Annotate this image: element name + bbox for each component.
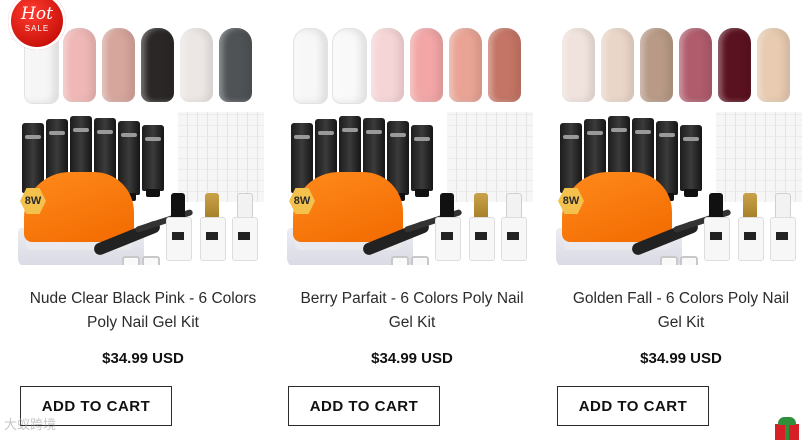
product-title[interactable]: Berry Parfait - 6 Colors Poly Nail Gel K… [287, 287, 537, 335]
nail-swatch [601, 28, 634, 102]
product-title-line: Berry Parfait - 6 Colors Poly Nail [300, 290, 524, 307]
nail-clip [680, 256, 698, 265]
product-card: 8W Golden Fall - 6 Colors Poly Nail Gel … [556, 0, 806, 442]
nail-swatch [679, 28, 712, 102]
bottle [738, 193, 764, 261]
nail-swatch [63, 28, 96, 102]
bottle [435, 193, 461, 261]
nail-swatch [562, 28, 595, 102]
bottle [469, 193, 495, 261]
product-card: 8W Hot SALE Nude Clear Black Pink - 6 Co… [8, 0, 268, 442]
add-to-cart-button[interactable]: ADD TO CART [557, 386, 709, 426]
product-title-line: Golden Fall - 6 Colors Poly Nail [572, 290, 790, 307]
sale-label: SALE [24, 24, 50, 33]
nail-swatch [102, 28, 135, 102]
nail-tips-tray [178, 112, 264, 202]
product-title[interactable]: Golden Fall - 6 Colors Poly Nail Gel Kit [556, 287, 806, 335]
bottle [704, 193, 730, 261]
product-price: $34.99 USD [102, 350, 184, 367]
nail-swatches [560, 28, 802, 104]
hot-label: Hot [21, 4, 53, 24]
gel-tube [411, 125, 433, 197]
nail-swatches [291, 28, 533, 104]
product-price: $34.99 USD [640, 350, 722, 367]
product-grid: 8W Hot SALE Nude Clear Black Pink - 6 Co… [0, 0, 812, 442]
nail-swatch [410, 28, 443, 102]
nail-swatch [180, 28, 213, 102]
nail-swatch [219, 28, 252, 102]
product-title[interactable]: Nude Clear Black Pink - 6 Colors Poly Na… [18, 287, 268, 335]
bottle [166, 193, 192, 261]
product-title-line: Gel Kit [388, 314, 436, 331]
nail-clip [660, 256, 678, 265]
nail-swatch [293, 28, 328, 104]
bottle [770, 193, 796, 261]
bottle [232, 193, 258, 261]
nail-swatch [371, 28, 404, 102]
nail-clip [122, 256, 140, 265]
nail-clip [411, 256, 429, 265]
gel-tube [142, 125, 164, 197]
product-price: $34.99 USD [371, 350, 453, 367]
nail-swatch [718, 28, 751, 102]
nail-swatch [141, 28, 174, 102]
product-title-line: Poly Nail Gel Kit [87, 314, 199, 331]
nail-swatch [449, 28, 482, 102]
product-title-line: Nude Clear Black Pink - 6 Colors [29, 290, 257, 307]
nail-clip [142, 256, 160, 265]
nail-swatch [640, 28, 673, 102]
nail-clip [391, 256, 409, 265]
add-to-cart-button[interactable]: ADD TO CART [288, 386, 440, 426]
product-image[interactable]: 8W [556, 20, 806, 265]
nail-swatch [332, 28, 367, 104]
gel-tube [680, 125, 702, 197]
watermark: 大蚁跨境 [4, 417, 57, 432]
product-card: 8W Berry Parfait - 6 Colors Poly Nail Ge… [287, 0, 537, 442]
nail-tips-tray [447, 112, 533, 202]
product-image[interactable]: 8W [287, 20, 537, 265]
product-title-line: Gel Kit [657, 314, 705, 331]
product-image[interactable]: 8W [18, 20, 268, 265]
nail-tips-tray [716, 112, 802, 202]
gift-icon[interactable] [774, 416, 800, 440]
nail-swatch [488, 28, 521, 102]
bottle [200, 193, 226, 261]
bottle [501, 193, 527, 261]
nail-swatch [757, 28, 790, 102]
